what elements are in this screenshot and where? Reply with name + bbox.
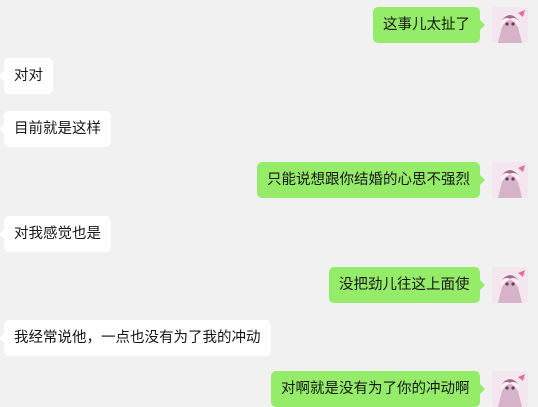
anime-character-avatar-icon	[492, 162, 528, 198]
chat-message-list: 这事儿太扯了 对对 目前就是这样 只能说想跟你结婚的心思不强烈 对我感觉也是 没	[0, 0, 538, 407]
anime-character-avatar-icon	[492, 267, 528, 303]
avatar[interactable]	[492, 267, 528, 303]
avatar[interactable]	[492, 162, 528, 198]
anime-character-avatar-icon	[492, 7, 528, 43]
avatar[interactable]	[492, 7, 528, 43]
message-bubble-outgoing[interactable]: 没把劲儿往这上面使	[329, 267, 484, 303]
message-bubble-incoming[interactable]: 对我感觉也是	[0, 216, 111, 252]
avatar[interactable]	[492, 371, 528, 407]
message-bubble-outgoing[interactable]: 对啊就是没有为了你的冲动啊	[271, 371, 484, 407]
message-bubble-incoming[interactable]: 目前就是这样	[0, 111, 111, 147]
message-bubble-outgoing[interactable]: 这事儿太扯了	[373, 7, 485, 43]
message-bubble-outgoing[interactable]: 只能说想跟你结婚的心思不强烈	[257, 162, 485, 198]
message-bubble-incoming[interactable]: 我经常说他，一点也没有为了我的冲动	[0, 320, 271, 356]
message-bubble-incoming[interactable]: 对对	[0, 58, 53, 94]
anime-character-avatar-icon	[492, 371, 528, 407]
